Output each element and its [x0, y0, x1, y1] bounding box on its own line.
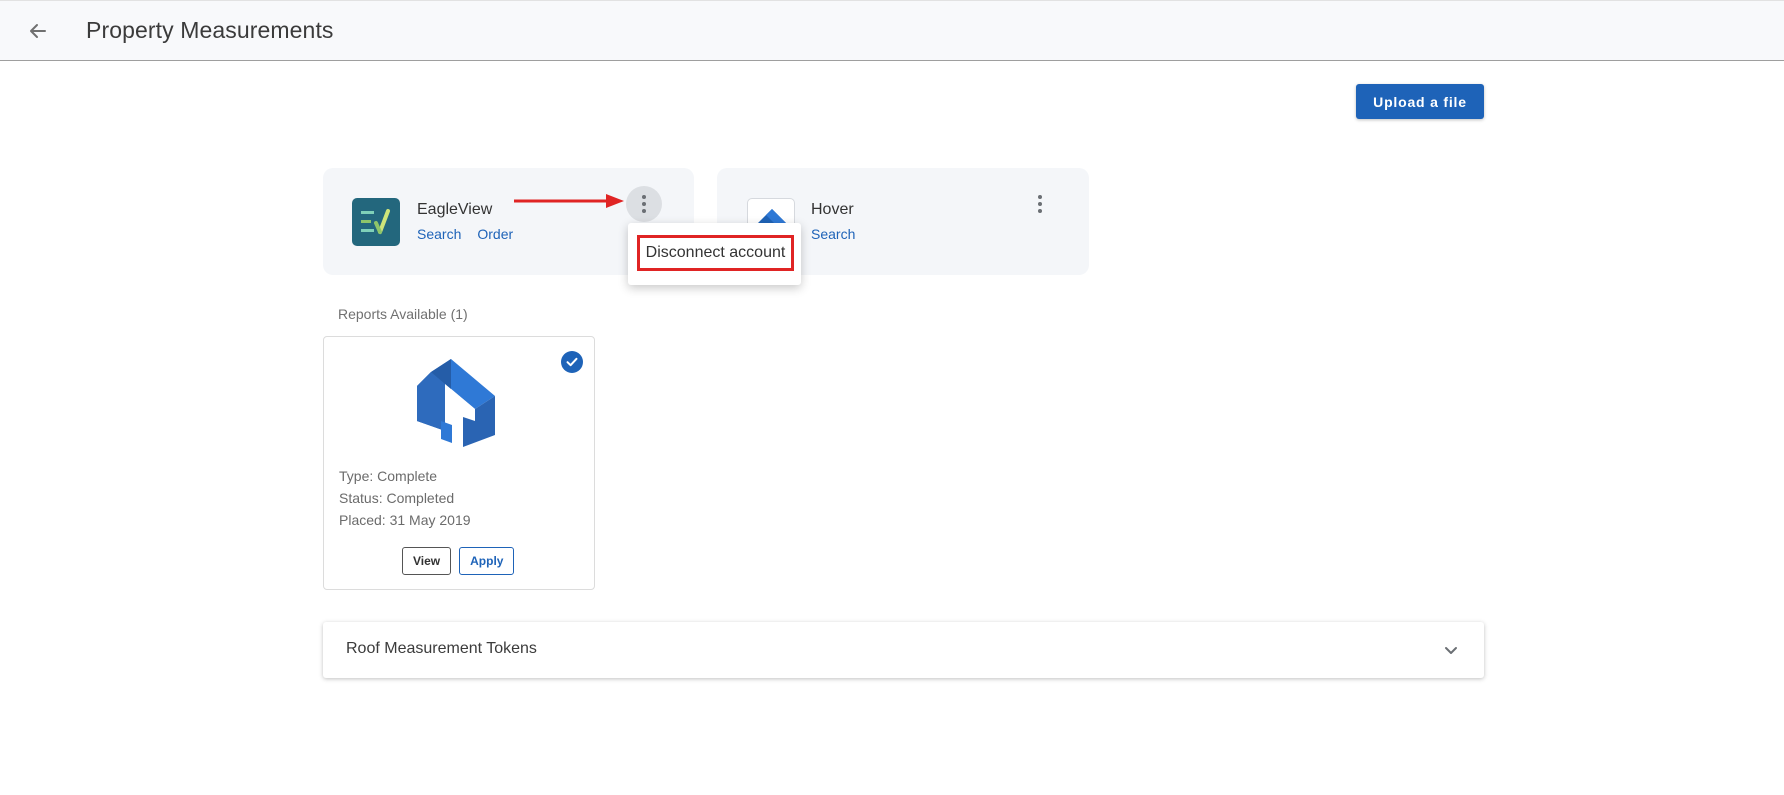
more-options-button[interactable] — [1022, 186, 1058, 222]
provider-links: Search — [811, 226, 855, 242]
report-type: Type: Complete — [339, 468, 438, 484]
chevron-down-icon[interactable] — [1440, 640, 1462, 662]
tokens-label: Roof Measurement Tokens — [346, 640, 537, 657]
page-title: Property Measurements — [86, 17, 334, 43]
house-icon — [417, 359, 495, 447]
search-link[interactable]: Search — [417, 226, 461, 242]
report-actions: View Apply — [402, 547, 515, 575]
arrow-left-icon — [30, 24, 46, 38]
report-card[interactable]: Type: Complete Status: Completed Placed:… — [323, 336, 595, 590]
back-button[interactable] — [24, 17, 52, 45]
roof-measurement-tokens-panel[interactable]: Roof Measurement Tokens — [323, 622, 1484, 678]
report-status: Status: Completed — [339, 490, 455, 506]
more-vert-icon — [1038, 195, 1042, 213]
menu-item-disconnect-account[interactable]: Disconnect account — [637, 235, 794, 271]
upload-file-button[interactable]: Upload a file — [1356, 84, 1484, 119]
more-options-button[interactable] — [626, 186, 662, 222]
app-header: Property Measurements — [0, 0, 1784, 61]
view-button[interactable]: View — [402, 547, 452, 575]
provider-name: Hover — [811, 201, 854, 218]
more-vert-icon — [642, 195, 646, 213]
options-menu: Disconnect account — [628, 223, 801, 285]
reports-title: Reports Available (1) — [338, 306, 468, 322]
report-placed-date: Placed: 31 May 2019 — [339, 512, 471, 528]
eagleview-logo — [352, 198, 400, 246]
provider-name: EagleView — [417, 201, 493, 218]
report-info: Type: Complete Status: Completed Placed:… — [339, 465, 471, 531]
check-circle-icon[interactable] — [561, 351, 583, 373]
annotation-arrow — [514, 194, 624, 208]
search-link[interactable]: Search — [811, 226, 855, 242]
provider-links: Search Order — [417, 226, 513, 242]
order-link[interactable]: Order — [477, 226, 513, 242]
apply-button[interactable]: Apply — [459, 547, 515, 575]
